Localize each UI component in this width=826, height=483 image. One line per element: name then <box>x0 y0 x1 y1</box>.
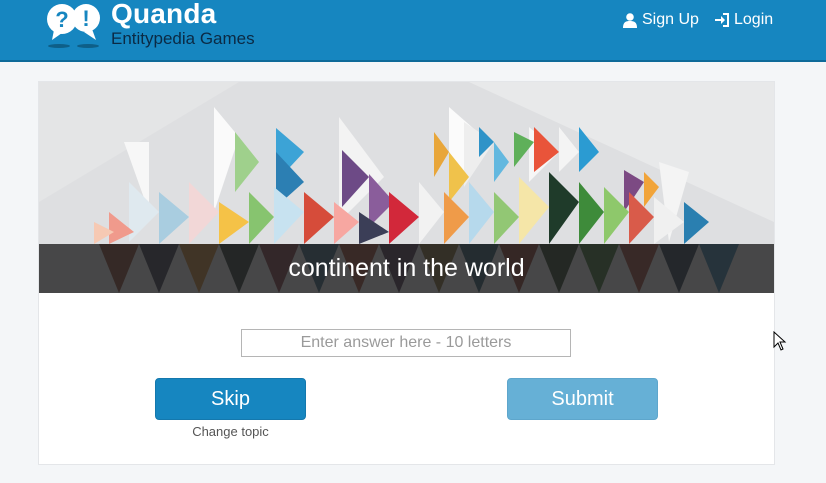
clue-text: continent in the world <box>288 254 525 282</box>
clue-banner: continent in the world <box>39 244 774 293</box>
sign-in-icon <box>715 13 729 27</box>
quanda-logo-icon[interactable]: ? ! <box>44 2 104 50</box>
signup-label: Sign Up <box>642 11 699 28</box>
skip-button[interactable]: Skip <box>155 378 306 420</box>
signup-link[interactable]: Sign Up <box>622 11 699 29</box>
user-icon <box>623 13 637 28</box>
brand-subtitle: Entitypedia Games <box>111 29 255 48</box>
login-link[interactable]: Login <box>714 11 773 29</box>
mouse-cursor-icon <box>773 331 787 351</box>
svg-text:?: ? <box>55 7 68 32</box>
login-label: Login <box>734 11 774 28</box>
change-topic-link[interactable]: Change topic <box>155 424 306 439</box>
top-navbar: ? ! Quanda Entitypedia Games Sign Up Log… <box>0 0 826 62</box>
game-card: continent in the world Skip Submit Chang… <box>38 81 775 465</box>
svg-text:!: ! <box>82 6 89 31</box>
brand-title[interactable]: Quanda <box>111 0 216 30</box>
submit-button[interactable]: Submit <box>507 378 658 420</box>
answer-input[interactable] <box>241 329 571 357</box>
topic-banner-image: continent in the world <box>39 82 774 293</box>
